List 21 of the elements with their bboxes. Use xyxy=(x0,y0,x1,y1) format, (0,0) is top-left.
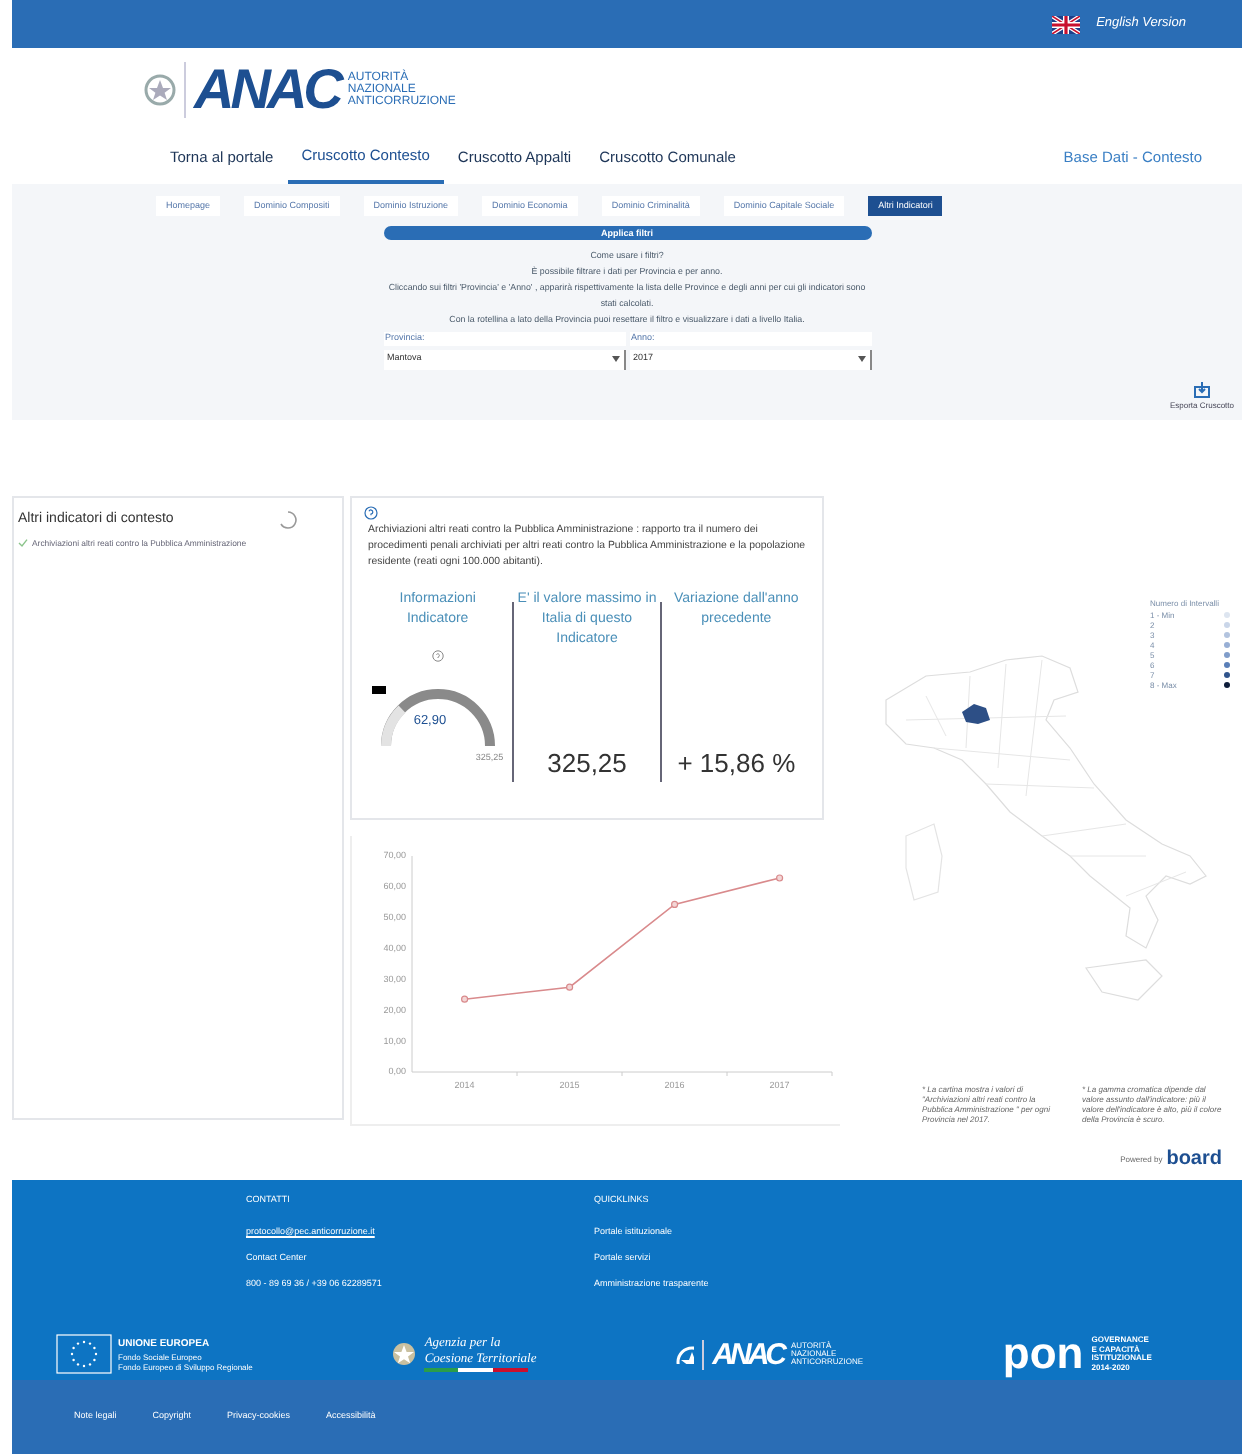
spinner-icon xyxy=(278,510,298,531)
data-point xyxy=(671,900,679,908)
download-icon xyxy=(1193,382,1210,398)
caret-icon xyxy=(857,356,865,362)
caret-icon xyxy=(611,356,619,362)
eu-flag-icon xyxy=(56,1334,112,1374)
logo-wordmark: ANAC xyxy=(712,1339,783,1369)
pon-wordmark: pon xyxy=(1002,1332,1084,1376)
indicator-value: + 15,86 % xyxy=(677,745,796,781)
flag-icon xyxy=(1052,15,1081,33)
data-point xyxy=(461,995,469,1003)
help-icon xyxy=(364,506,378,520)
brand-wordmark: board xyxy=(1166,1150,1222,1170)
flag-stripe xyxy=(424,1368,529,1372)
help-icon xyxy=(431,650,444,662)
gauge-drawing xyxy=(380,689,495,747)
logo-wordmark: ANAC xyxy=(194,62,340,118)
data-point xyxy=(566,983,574,991)
data-point xyxy=(776,874,784,882)
tooltip-marker xyxy=(371,686,386,694)
indicator-value: 325,25 xyxy=(547,745,627,781)
